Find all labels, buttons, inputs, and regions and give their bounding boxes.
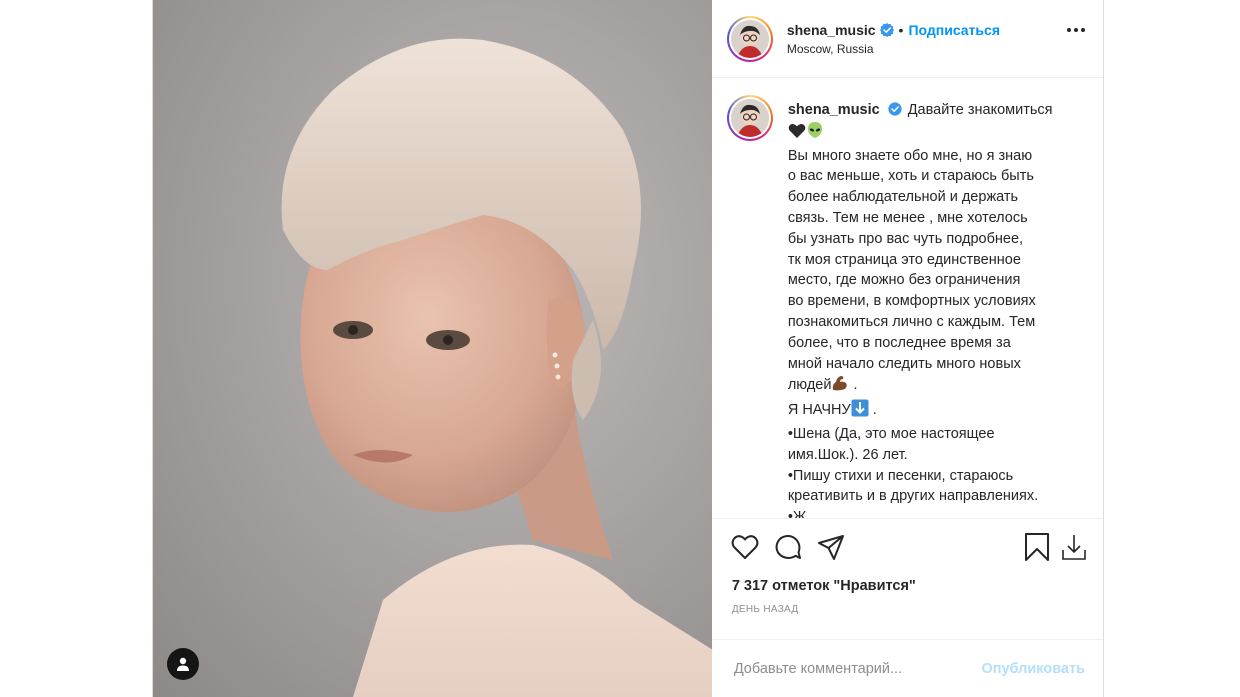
caption-line: более, что в последнее время за	[787, 334, 1011, 351]
paper-plane-icon[interactable]	[816, 532, 846, 562]
caption-line: людей	[787, 377, 832, 394]
caption-avatar[interactable]	[726, 95, 773, 141]
caption-line: •Пишу стихи и песенки, стараюсь	[787, 467, 1014, 484]
avatar-image	[730, 19, 769, 58]
caption-line: во времени, в комфортных условиях	[787, 293, 1036, 310]
instagram-post: shena_music • Подписаться Moscow, Russia	[152, 0, 1104, 697]
caption-text: shena_music Давайте знакомиться Вы много…	[787, 100, 1053, 519]
caption-line: познакомиться лично с каждым. Тем	[787, 313, 1036, 330]
verified-badge-icon	[879, 22, 894, 37]
caption-line: более наблюдательной и держать	[787, 189, 1019, 206]
likes-count[interactable]: 7 317 отметок "Нравится"	[712, 575, 1103, 597]
bookmark-icon[interactable]	[1023, 532, 1051, 567]
caption-scroll-area[interactable]: shena_music Давайте знакомиться Вы много…	[711, 78, 1103, 519]
flexed-biceps-emoji-icon	[831, 374, 849, 399]
post-username[interactable]: shena_music	[787, 22, 876, 38]
separator-dot: •	[898, 21, 904, 38]
caption-line: .	[849, 377, 858, 394]
caption-line: •Ж	[787, 509, 807, 519]
caption-emoji-line	[788, 121, 1053, 146]
heart-outline-icon[interactable]	[730, 532, 760, 562]
comment-form: Опубликовать	[711, 639, 1103, 697]
post-side-panel: shena_music • Подписаться Moscow, Russia	[711, 0, 1103, 697]
more-options-icon[interactable]	[1067, 28, 1085, 32]
caption-line: место, где можно без ограничения	[787, 272, 1021, 289]
caption-line: связь. Тем не менее , мне хотелось	[787, 209, 1028, 226]
caption-line: креативить и в других направлениях.	[787, 488, 1039, 505]
follow-button[interactable]: Подписаться	[908, 22, 1000, 38]
down-arrow-emoji-icon	[851, 399, 869, 424]
caption-line: Вы много знаете обо мне, но я знаю	[787, 147, 1033, 164]
caption-line: Я НАЧНУ	[787, 402, 851, 419]
post-timestamp[interactable]: день назад	[712, 604, 1103, 615]
alien-emoji-icon	[806, 121, 824, 146]
black-heart-emoji-icon	[788, 123, 806, 146]
avatar[interactable]	[726, 15, 773, 62]
download-icon[interactable]	[1059, 532, 1089, 567]
verified-badge-icon	[888, 102, 902, 116]
caption-line: •Шена (Да, это мое настоящее	[787, 425, 995, 442]
caption-line: имя.Шок.). 26 лет.	[787, 446, 908, 463]
caption-line: Давайте знакомиться	[907, 102, 1053, 118]
post-location[interactable]: Moscow, Russia	[787, 42, 1087, 56]
caption-line: тк моя страница это единственное	[787, 251, 1021, 268]
action-bar	[712, 519, 1103, 575]
caption-line: мной начало следить много новых	[787, 355, 1021, 372]
portrait-image	[281, 38, 712, 697]
caption-line: .	[868, 402, 877, 419]
avatar-image	[730, 99, 769, 137]
post-photo[interactable]	[153, 0, 712, 697]
comment-input[interactable]	[731, 659, 982, 678]
publish-button[interactable]: Опубликовать	[981, 661, 1085, 677]
comment-bubble-icon[interactable]	[773, 532, 803, 562]
caption-username[interactable]: shena_music	[788, 102, 880, 118]
caption-line: бы узнать про вас чуть подробнее,	[787, 230, 1024, 247]
caption-line: о вас меньше, хоть и стараюсь быть	[787, 168, 1034, 185]
user-tag-icon[interactable]	[167, 648, 199, 680]
post-header: shena_music • Подписаться Moscow, Russia	[711, 0, 1103, 78]
